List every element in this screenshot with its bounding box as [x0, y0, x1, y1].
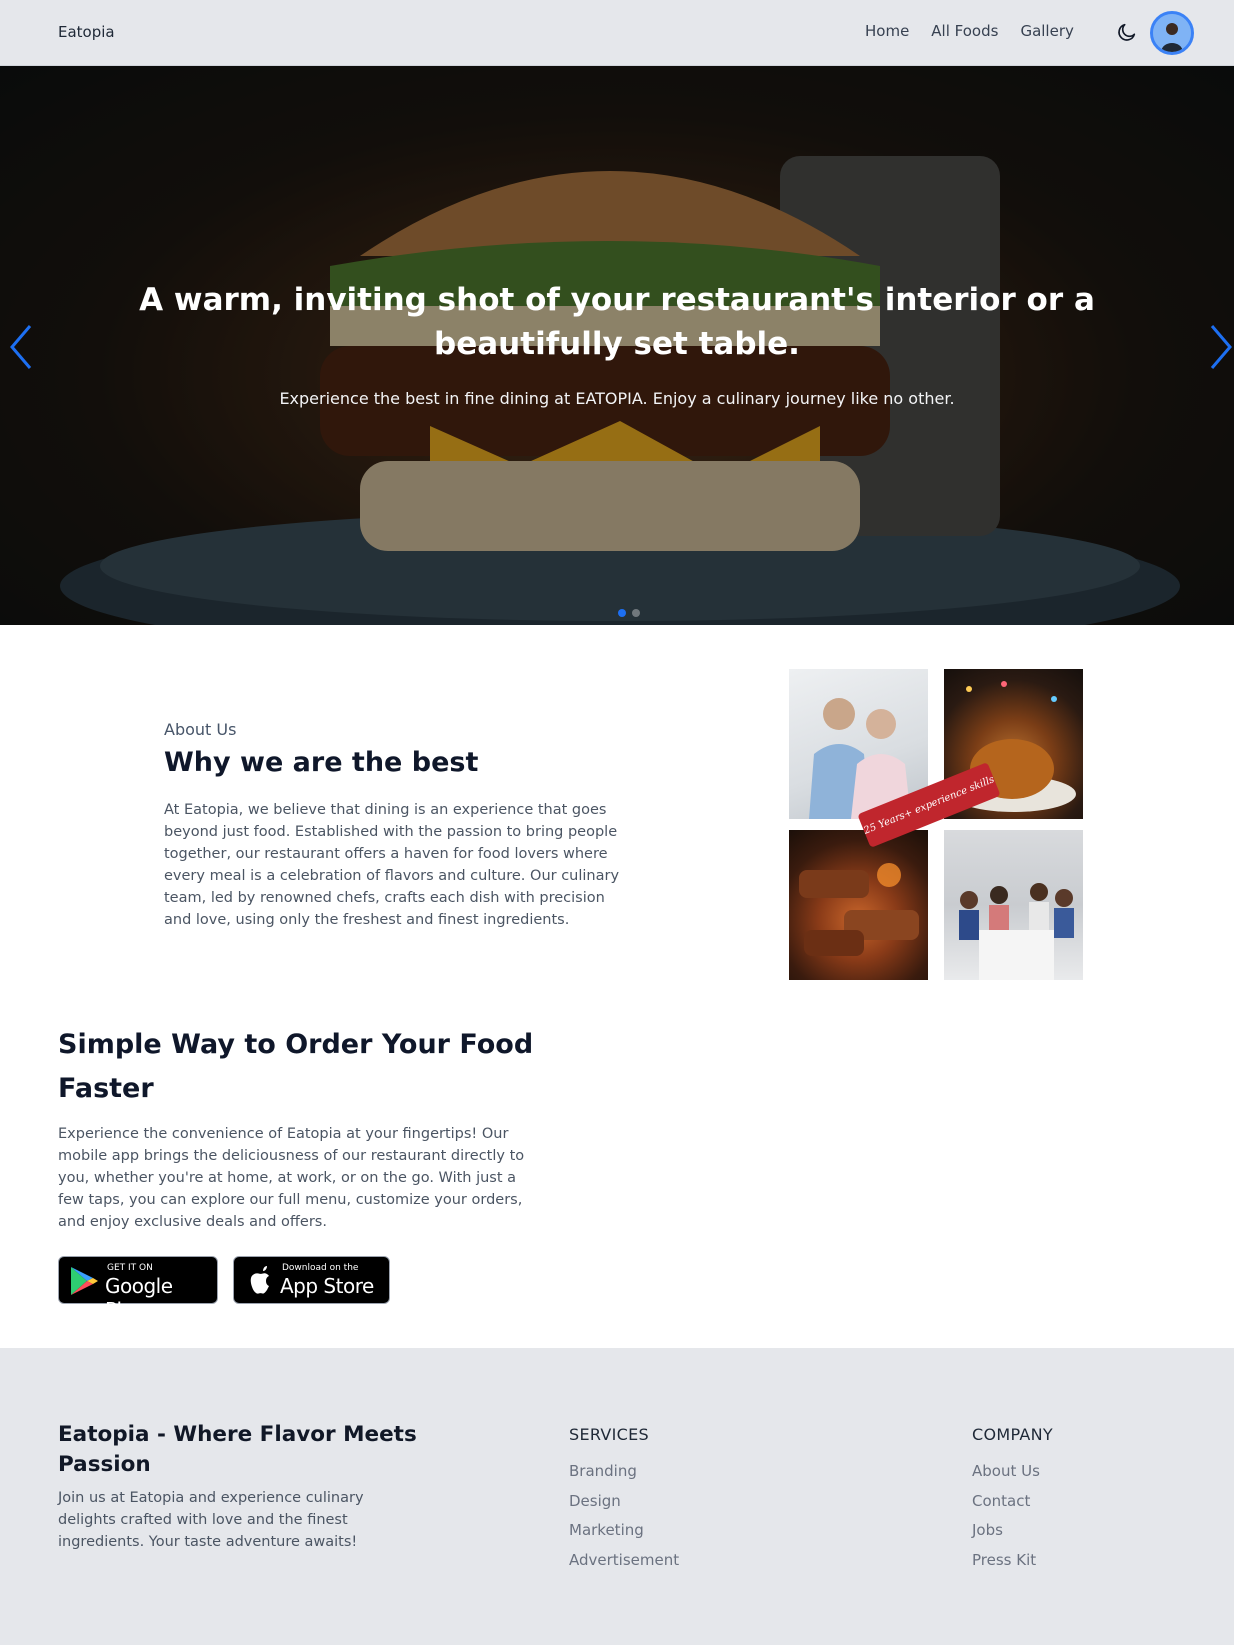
brand-logo[interactable]: Eatopia: [58, 23, 115, 41]
footer-company-column: COMPANY About Us Contact Jobs Press Kit: [972, 1425, 1053, 1580]
footer-title: Eatopia - Where Flavor Meets Passion: [58, 1422, 417, 1477]
nav-links: Home All Foods Gallery: [865, 22, 1074, 40]
google-play-icon: [71, 1267, 98, 1295]
app-store-big-label: App Store: [280, 1274, 374, 1298]
footer: Eatopia - Where Flavor Meets Passion Joi…: [0, 1348, 1234, 1645]
app-text: Experience the convenience of Eatopia at…: [58, 1126, 525, 1230]
footer-link-branding[interactable]: Branding: [569, 1462, 679, 1492]
grilled-meat-photo: [789, 830, 928, 980]
nav-link-home[interactable]: Home: [865, 22, 909, 40]
about-collage: 25 Years+ experience skills: [789, 669, 1083, 981]
chevron-left-icon[interactable]: [6, 322, 36, 372]
moon-icon[interactable]: [1116, 21, 1138, 43]
app-title: Simple Way to Order Your Food Faster: [58, 1029, 534, 1104]
google-play-button[interactable]: GET IT ON Google Play: [58, 1256, 218, 1322]
apple-icon: [250, 1266, 269, 1294]
footer-link-press-kit[interactable]: Press Kit: [972, 1551, 1053, 1581]
footer-link-about-us[interactable]: About Us: [972, 1462, 1053, 1492]
app-store-button[interactable]: Download on the App Store: [233, 1256, 390, 1304]
carousel-dot-1[interactable]: [618, 609, 626, 617]
footer-link-jobs[interactable]: Jobs: [972, 1521, 1053, 1551]
footer-link-marketing[interactable]: Marketing: [569, 1521, 679, 1551]
hero-subtitle: Experience the best in fine dining at EA…: [279, 389, 955, 408]
navbar: Eatopia Home All Foods Gallery: [0, 0, 1234, 66]
nav-link-all-foods[interactable]: All Foods: [931, 22, 998, 40]
footer-link-advertisement[interactable]: Advertisement: [569, 1551, 679, 1581]
user-avatar[interactable]: [1150, 11, 1194, 55]
about-text: At Eatopia, we believe that dining is an…: [164, 802, 620, 928]
carousel-dot-2[interactable]: [632, 609, 640, 617]
chevron-right-icon[interactable]: [1206, 322, 1234, 372]
family-dining-photo: [944, 830, 1083, 980]
footer-services-column: SERVICES Branding Design Marketing Adver…: [569, 1425, 679, 1580]
footer-company-heading: COMPANY: [972, 1425, 1053, 1444]
about-title: Why we are the best: [164, 747, 479, 778]
carousel-pagination: [618, 609, 640, 617]
footer-text: Join us at Eatopia and experience culina…: [58, 1490, 364, 1550]
hero-title: A warm, inviting shot of your restaurant…: [139, 282, 1095, 362]
nav-link-gallery[interactable]: Gallery: [1020, 22, 1073, 40]
footer-link-design[interactable]: Design: [569, 1492, 679, 1522]
app-store-small-label: Download on the: [282, 1263, 359, 1273]
about-eyebrow: About Us: [164, 720, 237, 739]
footer-link-contact[interactable]: Contact: [972, 1492, 1053, 1522]
footer-services-heading: SERVICES: [569, 1425, 650, 1444]
hero-carousel: A warm, inviting shot of your restaurant…: [0, 66, 1234, 625]
google-play-small-label: GET IT ON: [107, 1263, 153, 1273]
google-play-big-label: Google Play: [105, 1274, 173, 1322]
